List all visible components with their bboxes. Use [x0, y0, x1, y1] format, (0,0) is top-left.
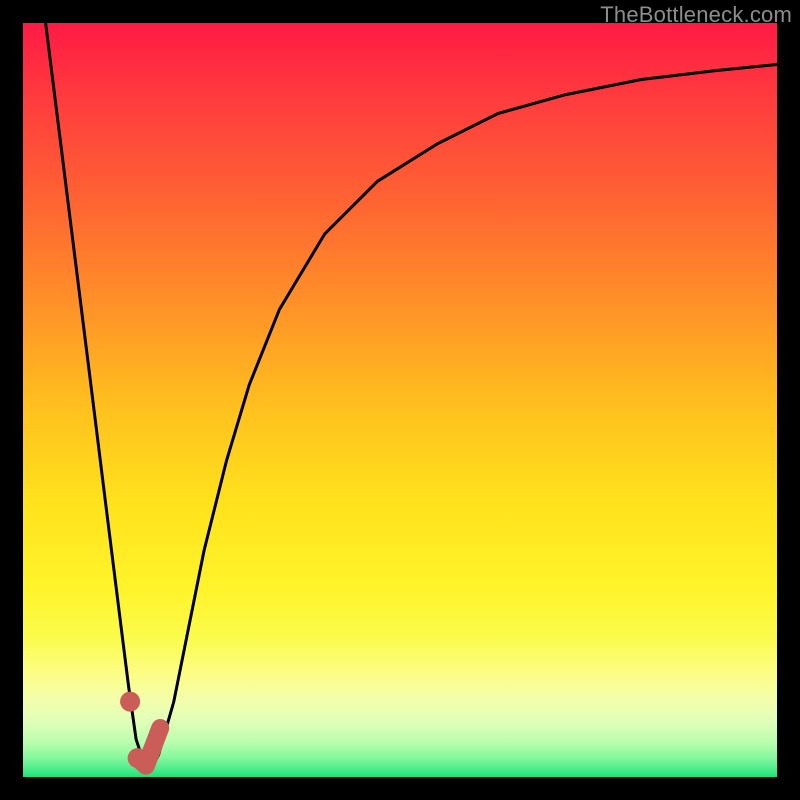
plot-area [23, 23, 777, 777]
bottleneck-curve [23, 23, 777, 777]
chart-frame: TheBottleneck.com [0, 0, 800, 800]
marker-point-b [128, 748, 148, 768]
marker-point-a [120, 692, 140, 712]
watermark-text: TheBottleneck.com [600, 2, 792, 28]
curve-path [46, 23, 777, 770]
